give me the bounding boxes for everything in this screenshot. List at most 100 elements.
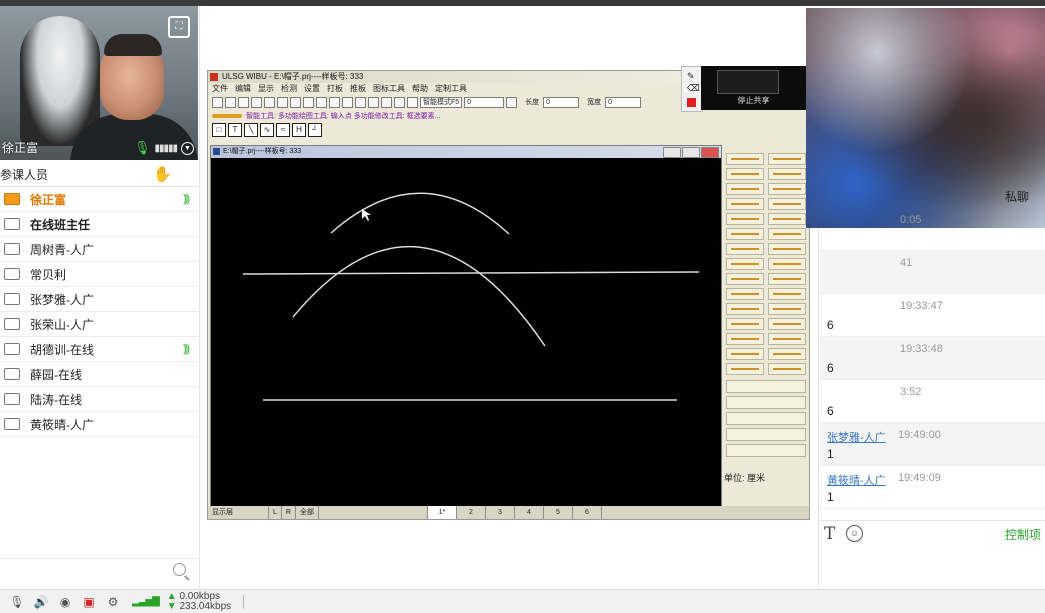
participant-item[interactable]: 周树青-人广 xyxy=(0,237,198,262)
microphone-icon[interactable]: 🎙 xyxy=(134,140,151,156)
pattern-tool-button[interactable] xyxy=(768,258,806,270)
mode-select[interactable]: 智能模式F5 xyxy=(420,96,463,108)
cad-menu-item[interactable]: 编辑 xyxy=(235,83,251,95)
pattern-tool-button[interactable] xyxy=(768,213,806,225)
pattern-tool-button[interactable] xyxy=(726,363,764,375)
pattern-tool-button[interactable] xyxy=(768,348,806,360)
point-add-icon[interactable] xyxy=(381,96,392,108)
cad-menu-item[interactable]: 图标工具 xyxy=(373,83,405,95)
pattern-tool-button[interactable] xyxy=(726,288,764,300)
participant-item[interactable]: 在线班主任 xyxy=(0,212,198,237)
curve-tool-icon[interactable]: ∿ xyxy=(260,123,274,137)
pattern-tool-button[interactable] xyxy=(768,273,806,285)
length-field[interactable]: 0 xyxy=(543,96,580,108)
ruler-tool[interactable] xyxy=(726,380,806,393)
cad-menu-item[interactable]: 设置 xyxy=(304,83,320,95)
left-button[interactable]: L xyxy=(269,506,282,519)
pan-icon[interactable] xyxy=(303,96,314,108)
pen-icon[interactable]: ✎ xyxy=(687,71,695,82)
pattern-tool-button[interactable] xyxy=(768,243,806,255)
chat-input[interactable] xyxy=(820,547,1045,589)
page-tab[interactable]: 4 xyxy=(515,506,544,519)
value-field[interactable]: 0 xyxy=(464,96,505,108)
page-tab[interactable]: 3 xyxy=(486,506,515,519)
pattern-tool-button[interactable] xyxy=(726,243,764,255)
new-file-icon[interactable] xyxy=(212,96,223,108)
all-button[interactable]: 全部 xyxy=(296,506,319,519)
page-tab[interactable]: 5 xyxy=(544,506,573,519)
print-icon[interactable] xyxy=(251,96,262,108)
pattern-tool-button[interactable] xyxy=(768,333,806,345)
chat-sender[interactable]: 黄筱晴-人广 xyxy=(827,472,886,488)
h-tool-icon[interactable]: H xyxy=(292,123,306,137)
record-screen-icon[interactable]: ▣ xyxy=(82,595,96,609)
right-button[interactable]: R xyxy=(282,506,296,519)
pattern-tool-button[interactable] xyxy=(768,318,806,330)
undo-icon[interactable] xyxy=(329,96,340,108)
participant-item[interactable]: 张荣山-人广 xyxy=(0,312,198,337)
camera-icon[interactable]: ◉ xyxy=(58,595,72,609)
pattern-tool-button[interactable] xyxy=(768,168,806,180)
pattern-tool-button[interactable] xyxy=(726,333,764,345)
text-format-icon[interactable]: T xyxy=(824,524,835,544)
participant-item[interactable]: 张梦雅-人广 xyxy=(0,287,198,312)
page-tab[interactable]: 2 xyxy=(457,506,486,519)
redo-icon[interactable] xyxy=(342,96,353,108)
pattern-tool-button[interactable] xyxy=(768,303,806,315)
dart-tool[interactable] xyxy=(726,444,806,457)
control-options-link[interactable]: 控制项 xyxy=(1005,526,1041,543)
raise-hand-icon[interactable]: ✋ xyxy=(153,165,172,183)
participant-item[interactable]: 常贝利 xyxy=(0,262,198,287)
sleeve-tool[interactable] xyxy=(726,396,806,409)
select-icon[interactable] xyxy=(355,96,366,108)
zoom-in-icon[interactable] xyxy=(277,96,288,108)
page-tab[interactable]: 6 xyxy=(573,506,602,519)
pattern-tool-button[interactable] xyxy=(726,273,764,285)
pencil-icon[interactable] xyxy=(212,113,242,118)
pattern-tool-button[interactable] xyxy=(768,198,806,210)
pattern-tool-button[interactable] xyxy=(726,183,764,195)
participant-item[interactable]: 陆涛-在线 xyxy=(0,387,198,412)
pattern-tool-button[interactable] xyxy=(726,303,764,315)
pattern-tool-button[interactable] xyxy=(768,228,806,240)
speaker-icon[interactable]: 🔊 xyxy=(34,595,49,609)
pattern-tool-button[interactable] xyxy=(768,288,806,300)
minimize-icon[interactable] xyxy=(663,147,681,158)
open-file-icon[interactable] xyxy=(225,96,236,108)
page-tab[interactable]: 1* xyxy=(427,506,457,519)
participant-item[interactable]: 胡德训-在线))) xyxy=(0,337,198,362)
cad-menu-item[interactable]: 帮助 xyxy=(412,83,428,95)
seam-tool[interactable] xyxy=(726,428,806,441)
participant-item[interactable]: 薛园-在线 xyxy=(0,362,198,387)
emoji-icon[interactable]: ☺ xyxy=(846,525,863,542)
point-tool-icon[interactable] xyxy=(368,96,379,108)
search-icon[interactable] xyxy=(173,563,186,576)
record-icon[interactable] xyxy=(687,98,696,107)
width-field[interactable]: 0 xyxy=(605,96,642,108)
cad-menu-item[interactable]: 检测 xyxy=(281,83,297,95)
point-edit-icon[interactable] xyxy=(407,96,418,108)
pattern-tool-button[interactable] xyxy=(768,183,806,195)
cad-menu-item[interactable]: 显示 xyxy=(258,83,274,95)
pattern-tool-button[interactable] xyxy=(726,153,764,165)
participant-item[interactable]: 黄筱晴-人广 xyxy=(0,412,198,437)
line-tool-icon[interactable]: ╲ xyxy=(244,123,258,137)
pattern-tool-button[interactable] xyxy=(726,318,764,330)
gear-icon[interactable]: ⚙ xyxy=(106,595,120,609)
participant-item[interactable]: 徐正富))) xyxy=(0,187,198,212)
pattern-tool-button[interactable] xyxy=(726,258,764,270)
point-move-icon[interactable] xyxy=(394,96,405,108)
pattern-tool-button[interactable] xyxy=(726,168,764,180)
measure-icon[interactable] xyxy=(506,96,518,108)
text-tool-icon[interactable]: T xyxy=(228,123,242,137)
participant-search[interactable] xyxy=(0,558,198,583)
pattern-tool-button[interactable] xyxy=(726,348,764,360)
eraser-icon[interactable]: ⌫ xyxy=(687,83,700,94)
microphone-icon[interactable]: 🎙 xyxy=(9,595,24,609)
pattern-tool-button[interactable] xyxy=(726,198,764,210)
wave-tool-icon[interactable]: ≈ xyxy=(276,123,290,137)
rectangle-tool-icon[interactable]: □ xyxy=(212,123,226,137)
pattern-tool-button[interactable] xyxy=(726,213,764,225)
zoom-fit-icon[interactable] xyxy=(290,96,301,108)
chevron-down-icon[interactable]: ▼ xyxy=(181,141,194,155)
